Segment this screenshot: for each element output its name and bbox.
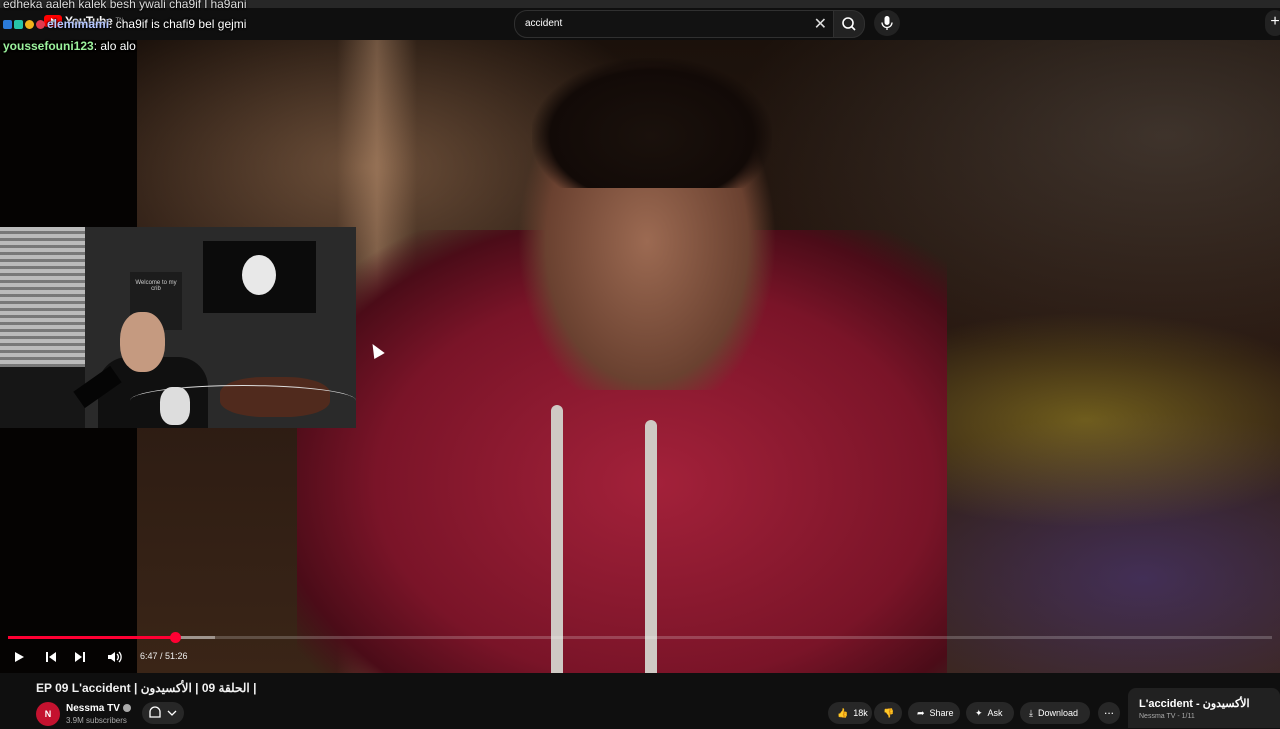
chat-badges	[3, 20, 45, 30]
chat-username[interactable]: youssefouni123	[3, 39, 94, 53]
like-button[interactable]: 👍 18k	[828, 702, 872, 724]
create-button[interactable]: +	[1265, 10, 1280, 36]
more-actions-button[interactable]: ...	[1098, 702, 1120, 724]
time-display: 6:47 / 51:26	[140, 651, 188, 661]
hoodie-string-left	[551, 405, 563, 673]
search-box[interactable]: ✕	[514, 10, 834, 38]
sparkle-icon: ✦	[975, 707, 983, 718]
window-blinds	[0, 227, 85, 367]
search-input[interactable]	[523, 17, 807, 30]
headphone-wire	[130, 385, 356, 416]
search-button[interactable]	[833, 10, 865, 38]
download-button[interactable]: ⤓ Download	[1020, 702, 1090, 724]
share-label: Share	[929, 708, 954, 718]
chat-message: elemimami: cha9if is chafi9 bel gejmi	[3, 17, 246, 31]
chat-text: cha9if is chafi9 bel gejmi	[115, 17, 247, 31]
like-count: 18k	[853, 708, 868, 718]
share-button[interactable]: ➦ Share	[908, 702, 960, 724]
chat-message: youssefouni123: alo alo	[3, 39, 136, 53]
subscriber-count: 3.9M subscribers	[66, 716, 127, 725]
play-icon	[15, 652, 24, 662]
download-icon: ⤓	[1029, 707, 1033, 718]
channel-avatar[interactable]: N	[36, 702, 60, 726]
ask-label: Ask	[987, 708, 1003, 718]
sword-badge-icon	[3, 20, 12, 30]
streamer-face	[120, 312, 165, 372]
video-title: EP 09 L'accident | الحلقة 09 | الأكسيدون…	[36, 681, 257, 695]
plus-icon: +	[1270, 13, 1280, 30]
thumbs-down-icon: 👎	[883, 707, 895, 718]
chat-text: alo alo	[100, 39, 136, 53]
thumbs-up-icon: 👍	[837, 707, 849, 718]
microphone-icon	[881, 16, 893, 30]
playlist-subtitle: Nessma TV - 1/11	[1139, 713, 1195, 720]
tier-badge-icon	[14, 20, 23, 30]
previous-icon	[46, 652, 56, 662]
dislike-button[interactable]: 👎	[874, 702, 902, 724]
heart-badge-icon	[36, 20, 45, 30]
progress-scrubber[interactable]	[169, 632, 181, 643]
next-button[interactable]	[71, 648, 89, 666]
clear-search-icon[interactable]: ✕	[814, 14, 827, 34]
verified-icon	[122, 704, 131, 713]
share-icon: ➦	[917, 707, 925, 718]
ask-button[interactable]: ✦ Ask	[966, 702, 1014, 724]
chat-username[interactable]: elemimami	[47, 17, 109, 31]
chat-top-message: edheka aaleh kalek besh ywali cha9if l h…	[3, 0, 247, 11]
coin-badge-icon	[25, 20, 34, 30]
skull-icon	[242, 255, 276, 295]
channel-name[interactable]: Nessma TV	[66, 703, 120, 714]
play-button[interactable]	[10, 648, 28, 666]
progress-played	[8, 636, 175, 639]
next-icon	[75, 652, 85, 662]
voice-search-button[interactable]	[874, 10, 900, 36]
playlist-title[interactable]: L'accident - الأكسيدون	[1139, 697, 1250, 710]
bell-icon	[149, 706, 177, 718]
volume-icon	[108, 651, 122, 663]
channel-name-row[interactable]: Nessma TV	[66, 703, 131, 714]
search-icon	[842, 17, 856, 31]
actor-hair	[532, 58, 772, 188]
streamer-webcam: Welcome to my crib	[0, 227, 356, 428]
download-label: Download	[1037, 708, 1079, 718]
previous-button[interactable]	[42, 648, 60, 666]
notification-bell-button[interactable]	[142, 702, 184, 724]
volume-button[interactable]	[106, 648, 124, 666]
